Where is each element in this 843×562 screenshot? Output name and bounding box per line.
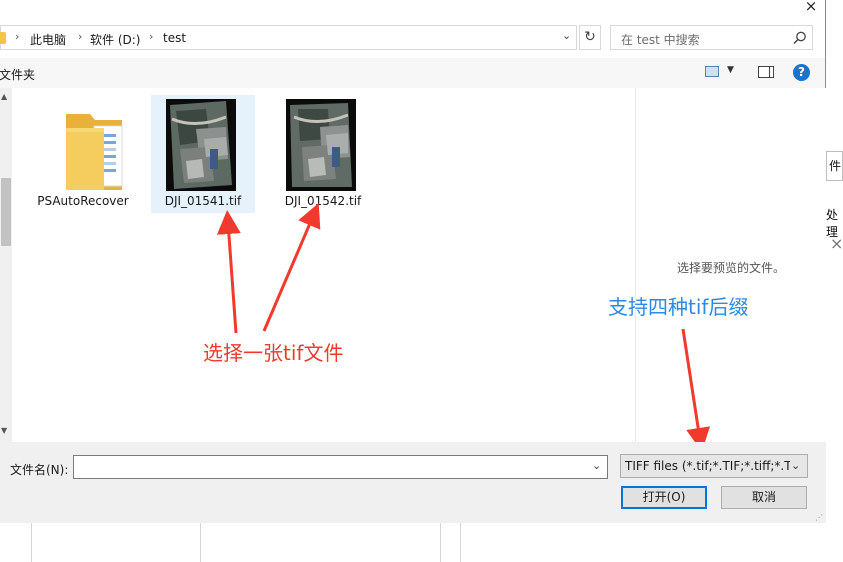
breadcrumb-test[interactable]: test: [163, 31, 186, 45]
preview-message: 选择要预览的文件。: [677, 261, 786, 275]
close-button[interactable]: ×: [797, 0, 825, 16]
preview-pane-icon[interactable]: [758, 66, 774, 78]
filename-input[interactable]: [73, 455, 608, 479]
background-edge-button[interactable]: 件: [826, 151, 843, 181]
resize-grip-icon[interactable]: ⋰: [815, 513, 823, 522]
file-item-tif[interactable]: DJI_01542.tif: [271, 95, 375, 213]
breadcrumb-drive-d[interactable]: 软件 (D:): [90, 31, 140, 48]
toolbar: 文件夹 ▼ ?: [0, 58, 825, 88]
open-button[interactable]: 打开(O): [621, 486, 707, 509]
background-bottom: [0, 523, 843, 562]
filename-dropdown-icon[interactable]: ⌄: [592, 459, 601, 472]
breadcrumb-separator: ›: [15, 30, 20, 43]
bottom-bar: 文件名(N): ⌄ TIFF files (*.tif;*.TIF;*.tiff…: [0, 442, 826, 523]
new-folder-button[interactable]: 文件夹: [0, 66, 35, 83]
background-divider: [31, 523, 32, 562]
refresh-button[interactable]: ↻: [579, 25, 601, 50]
view-options-icon[interactable]: [705, 66, 719, 77]
search-icon[interactable]: [792, 30, 808, 46]
filename-label: 文件名(N):: [10, 463, 69, 477]
help-icon[interactable]: ?: [793, 64, 810, 81]
preview-pane: 选择要预览的文件。: [635, 88, 825, 442]
chevron-down-icon[interactable]: ⌄: [562, 29, 571, 42]
background-divider: [440, 523, 441, 562]
cancel-button[interactable]: 取消: [721, 486, 807, 509]
scroll-up-icon[interactable]: ▲: [1, 92, 7, 101]
scrollbar-thumb[interactable]: [1, 178, 11, 246]
folder-icon: [66, 114, 123, 190]
tif-thumbnail: [286, 99, 356, 191]
chevron-down-icon[interactable]: ⌄: [791, 459, 801, 472]
background-right-strip: 件 处理 ×: [826, 0, 843, 562]
breadcrumb-this-pc[interactable]: 此电脑: [30, 31, 66, 48]
open-file-dialog: × › 此电脑 › 软件 (D:) › test ⌄ ↻ 在 test 中搜索 …: [0, 0, 826, 523]
file-name: DJI_01542.tif: [284, 194, 362, 208]
background-close-icon[interactable]: ×: [830, 234, 843, 253]
view-dropdown-icon[interactable]: ▼: [727, 65, 734, 75]
breadcrumb-separator: ›: [149, 30, 154, 43]
background-divider: [200, 523, 201, 562]
file-item-folder[interactable]: PSAutoRecover: [31, 95, 135, 213]
search-input[interactable]: 在 test 中搜索: [621, 31, 700, 48]
folder-icon: [0, 32, 6, 44]
address-bar[interactable]: › 此电脑 › 软件 (D:) › test ⌄: [0, 25, 577, 50]
filetype-select[interactable]: TIFF files (*.tif;*.TIF;*.tiff;*.TIFF) ⌄: [620, 454, 808, 478]
file-name: DJI_01541.tif: [164, 194, 242, 208]
file-list-area: ▲ ▼ PSAutoRecover DJI_01541.tif DJI_0154…: [0, 88, 826, 442]
filetype-value: TIFF files (*.tif;*.TIF;*.tiff;*.TIFF): [625, 459, 790, 473]
tif-thumbnail: [166, 99, 236, 191]
vertical-scrollbar[interactable]: ▲ ▼: [0, 88, 12, 442]
search-box[interactable]: 在 test 中搜索: [610, 25, 813, 50]
background-divider: [460, 523, 461, 562]
file-item-tif-selected[interactable]: DJI_01541.tif: [151, 95, 255, 213]
annotation-tif-suffixes: 支持四种tif后缀: [608, 295, 749, 319]
scroll-down-icon[interactable]: ▼: [1, 426, 7, 435]
annotation-select-tif: 选择一张tif文件: [203, 341, 344, 365]
breadcrumb-separator: ›: [78, 30, 83, 43]
file-name: PSAutoRecover: [37, 194, 129, 208]
